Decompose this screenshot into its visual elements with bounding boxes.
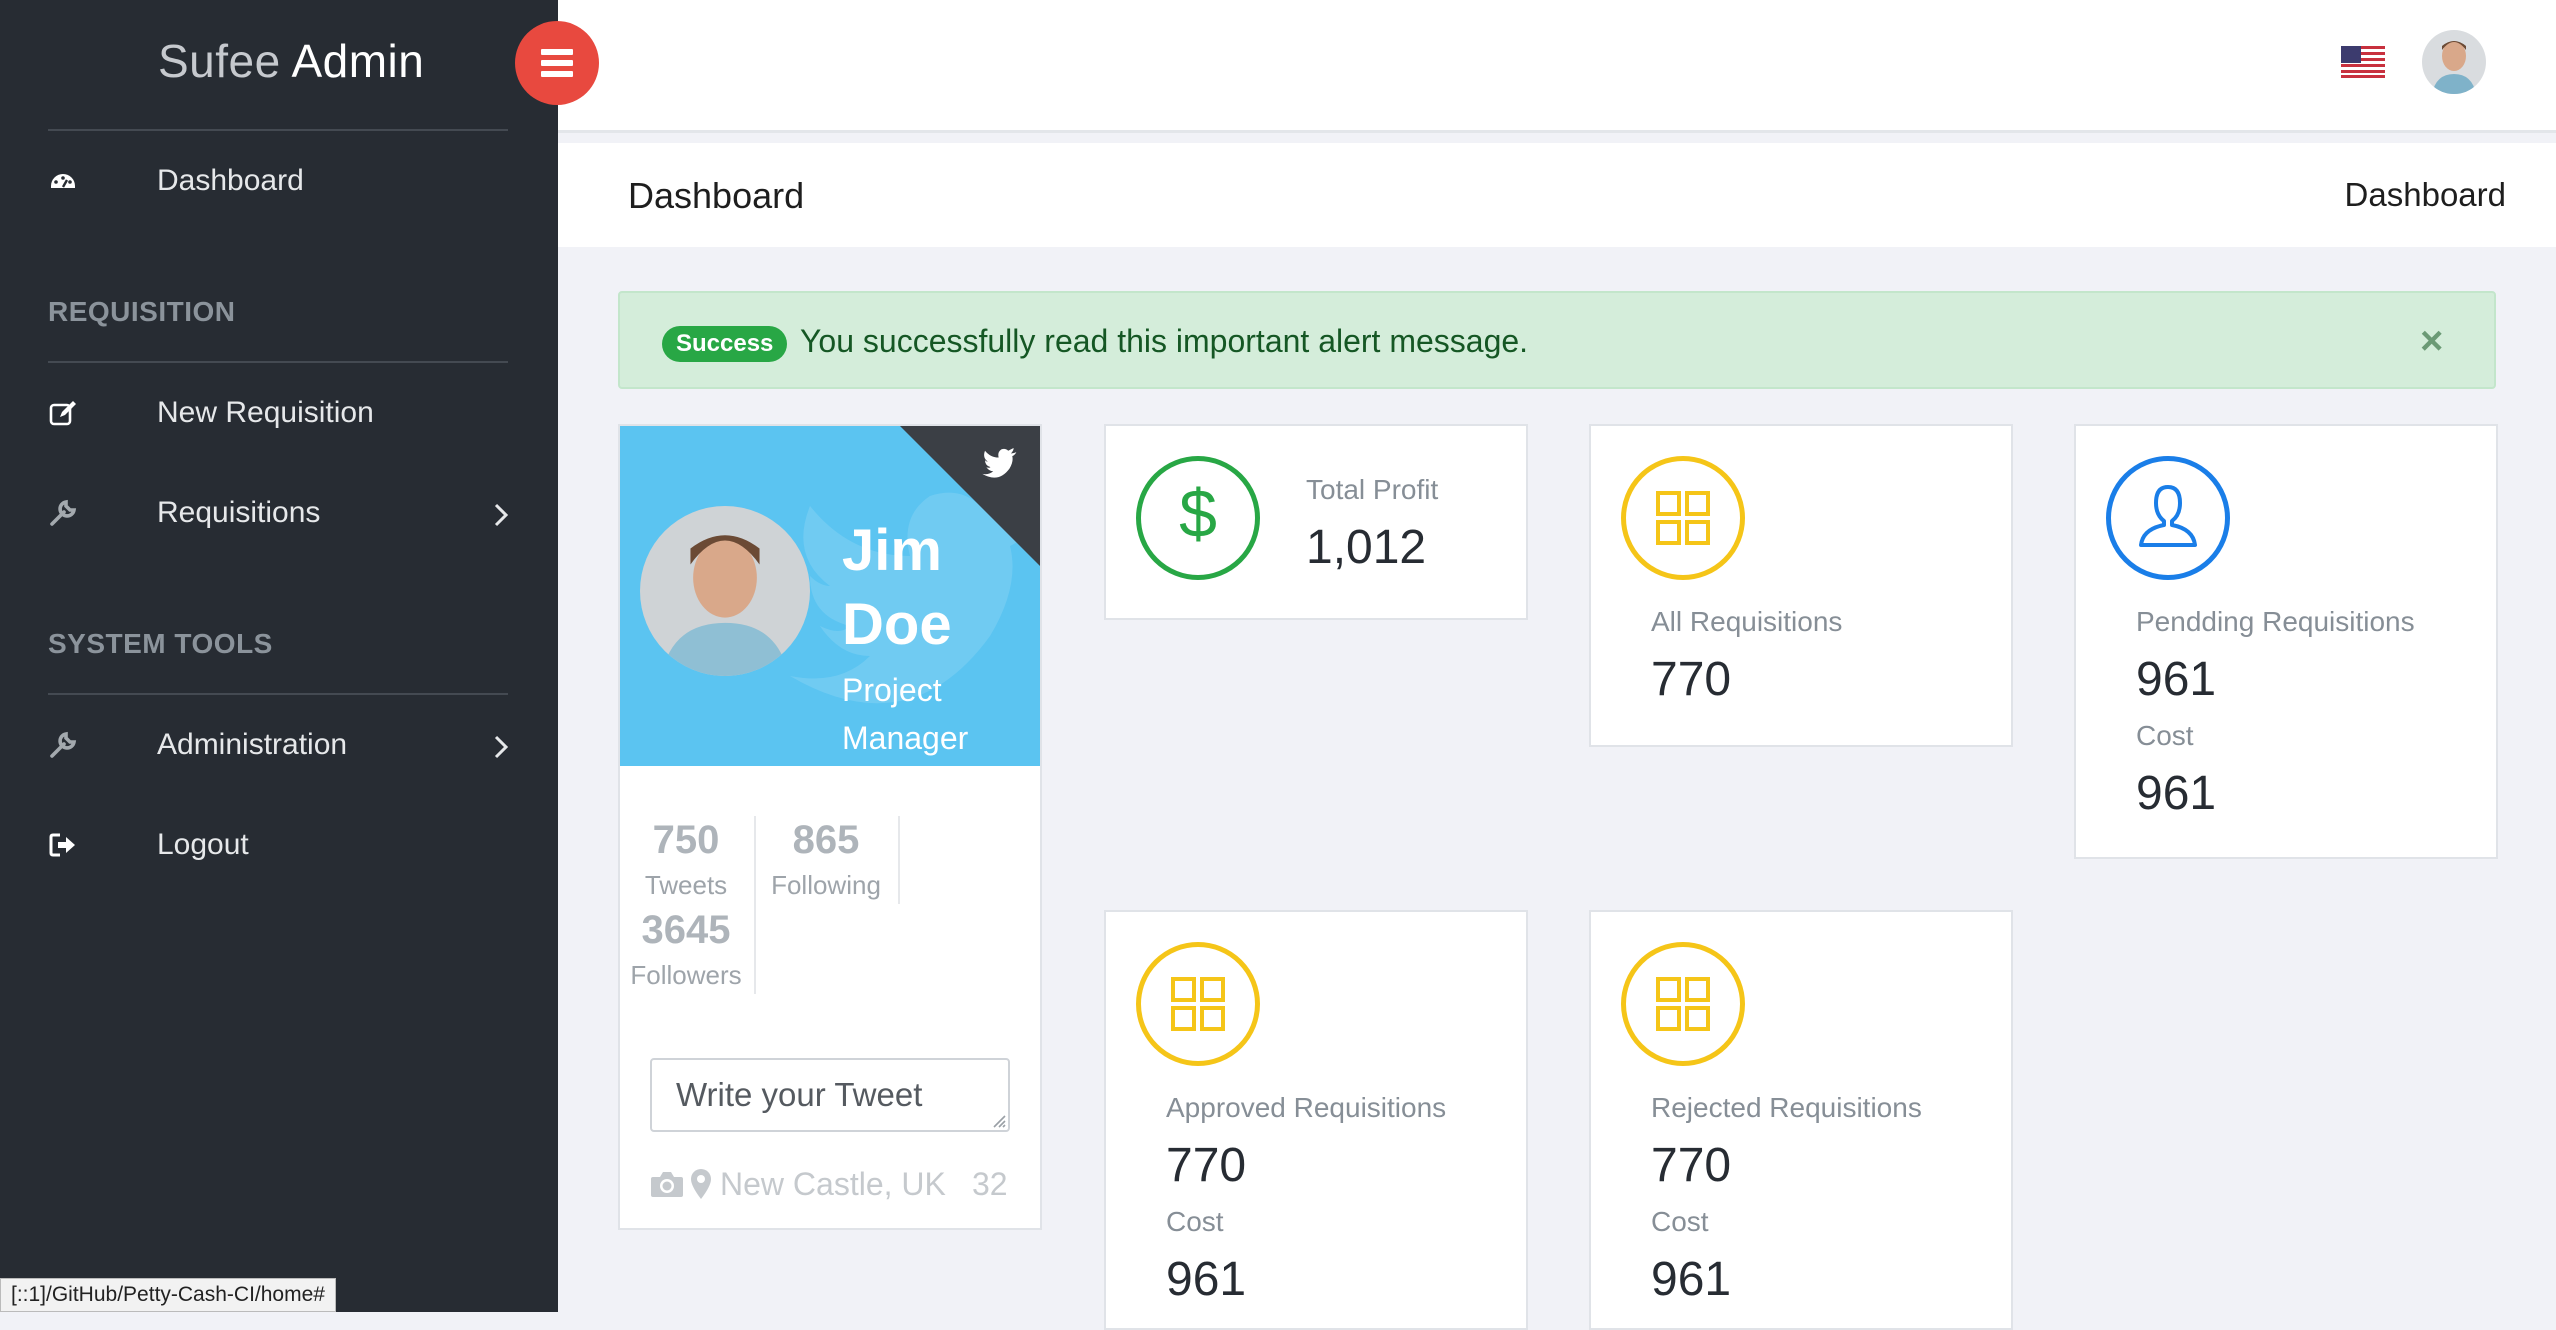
user-avatar[interactable]: [2422, 30, 2486, 94]
stat-divider: [898, 816, 900, 904]
profile-name: Jim Doe: [842, 514, 972, 662]
sidebar-item-new-requisition[interactable]: New Requisition: [0, 380, 558, 450]
brand-name-light: Sufee: [158, 35, 281, 87]
sidebar-item-logout[interactable]: Logout: [0, 812, 558, 882]
stat-value: 1,012: [1306, 521, 1427, 574]
sidebar-item-label: New Requisition: [157, 396, 374, 429]
following-count: 865: [792, 818, 860, 862]
sidebar-divider: [48, 129, 508, 131]
section-title-requisition: REQUISITION: [48, 296, 236, 327]
profile-avatar: [640, 506, 810, 676]
tweets-label: Tweets: [644, 870, 728, 900]
stat-value: 770: [1166, 1139, 1247, 1192]
breadcrumb[interactable]: Dashboard: [2345, 176, 2506, 214]
profile-avatar-image: [640, 506, 810, 676]
user-avatar-image: [2422, 30, 2486, 94]
grid-icon: [1621, 456, 1745, 580]
sidebar-divider: [48, 361, 508, 363]
rejected-requisitions-card: Rejected Requisitions 770 Cost 961: [1589, 910, 2013, 1330]
sidebar-item-dashboard[interactable]: Dashboard: [0, 148, 558, 218]
grid-icon: [1136, 942, 1260, 1066]
wrench-icon: [50, 731, 77, 758]
edit-icon: [49, 401, 76, 426]
tweet-input[interactable]: Write your Tweet: [650, 1058, 1010, 1132]
total-profit-card: $ Total Profit 1,012: [1104, 424, 1528, 620]
profile-role: Project Manager: [842, 666, 1012, 762]
page-title: Dashboard: [628, 175, 805, 216]
success-alert: Success You successfully read this impor…: [618, 291, 2496, 389]
menu-bar: [541, 60, 573, 66]
brand-logo[interactable]: Sufee Admin: [158, 34, 424, 88]
logout-icon: [49, 833, 75, 857]
us-flag-icon[interactable]: [2341, 46, 2385, 78]
profile-first-name: Jim: [842, 518, 942, 583]
success-badge: Success: [662, 326, 788, 362]
section-title-system-tools: SYSTEM TOOLS: [48, 628, 273, 659]
stat-value: 770: [1651, 1139, 1732, 1192]
profile-role-line: Project: [842, 672, 942, 708]
top-header: [558, 0, 2556, 133]
all-requisitions-card: All Requisitions 770: [1589, 424, 2013, 747]
stat-label: Total Profit: [1306, 474, 1439, 505]
menu-toggle-button[interactable]: [515, 21, 599, 105]
dollar-icon: $: [1136, 456, 1260, 580]
stat-label: All Requisitions: [1651, 606, 1843, 637]
alert-message: You successfully read this important ale…: [800, 323, 1529, 359]
sidebar-item-label: Requisitions: [157, 496, 321, 529]
wrench-icon: [50, 499, 77, 526]
close-icon[interactable]: ×: [2420, 321, 2443, 361]
pending-requisitions-card: Pendding Requisitions 961 Cost 961: [2074, 424, 2498, 859]
cost-value: 961: [1651, 1253, 1732, 1306]
sidebar-divider: [48, 693, 508, 695]
sidebar-item-requisitions[interactable]: Requisitions: [0, 480, 558, 550]
user-icon: [2106, 456, 2230, 580]
cost-label: Cost: [1651, 1206, 1709, 1237]
twitter-icon[interactable]: [982, 448, 1018, 478]
tweet-input-placeholder: Write your Tweet: [676, 1076, 923, 1113]
location-text: New Castle, UK: [720, 1166, 946, 1202]
stat-value: 961: [2136, 653, 2217, 706]
profile-card: Jim Doe Project Manager 750 Tweets 865 F…: [618, 424, 1042, 1230]
followers-label: Followers: [630, 960, 742, 990]
browser-status-url: [::1]/GitHub/Petty-Cash-CI/home#: [0, 1278, 336, 1312]
resize-handle-icon[interactable]: [990, 1112, 1006, 1128]
stat-value: 770: [1651, 653, 1732, 706]
cost-value: 961: [1166, 1253, 1247, 1306]
brand-name-bold: Admin: [291, 35, 425, 87]
sidebar: Sufee Admin Dashboard REQUISITION New Re…: [0, 0, 558, 1312]
profile-card-header: Jim Doe Project Manager: [620, 426, 1040, 766]
character-count: 32: [972, 1166, 1008, 1202]
tweets-count: 750: [652, 818, 720, 862]
approved-requisitions-card: Approved Requisitions 770 Cost 961: [1104, 910, 1528, 1330]
cost-label: Cost: [2136, 720, 2194, 751]
grid-icon: [1621, 942, 1745, 1066]
menu-bar: [541, 71, 573, 77]
cost-value: 961: [2136, 767, 2217, 820]
camera-icon[interactable]: [650, 1170, 684, 1198]
stat-label: Rejected Requisitions: [1651, 1092, 1922, 1123]
sidebar-item-administration[interactable]: Administration: [0, 712, 558, 782]
stat-label: Approved Requisitions: [1166, 1092, 1447, 1123]
chevron-right-icon: [494, 503, 509, 527]
followers-count: 3645: [641, 908, 731, 952]
sidebar-item-label: Logout: [157, 828, 249, 861]
sidebar-item-label: Administration: [157, 728, 348, 761]
map-marker-icon[interactable]: [690, 1168, 712, 1200]
menu-bar: [541, 49, 573, 55]
profile-role-line: Manager: [842, 720, 969, 756]
sidebar-item-label: Dashboard: [157, 164, 304, 197]
chevron-right-icon: [494, 735, 509, 759]
cost-label: Cost: [1166, 1206, 1224, 1237]
dashboard-icon: [51, 174, 75, 188]
stat-label: Pendding Requisitions: [2136, 606, 2415, 637]
profile-last-name: Doe: [842, 592, 952, 657]
breadcrumb-bar: Dashboard Dashboard: [558, 143, 2556, 247]
following-label: Following: [771, 870, 881, 900]
